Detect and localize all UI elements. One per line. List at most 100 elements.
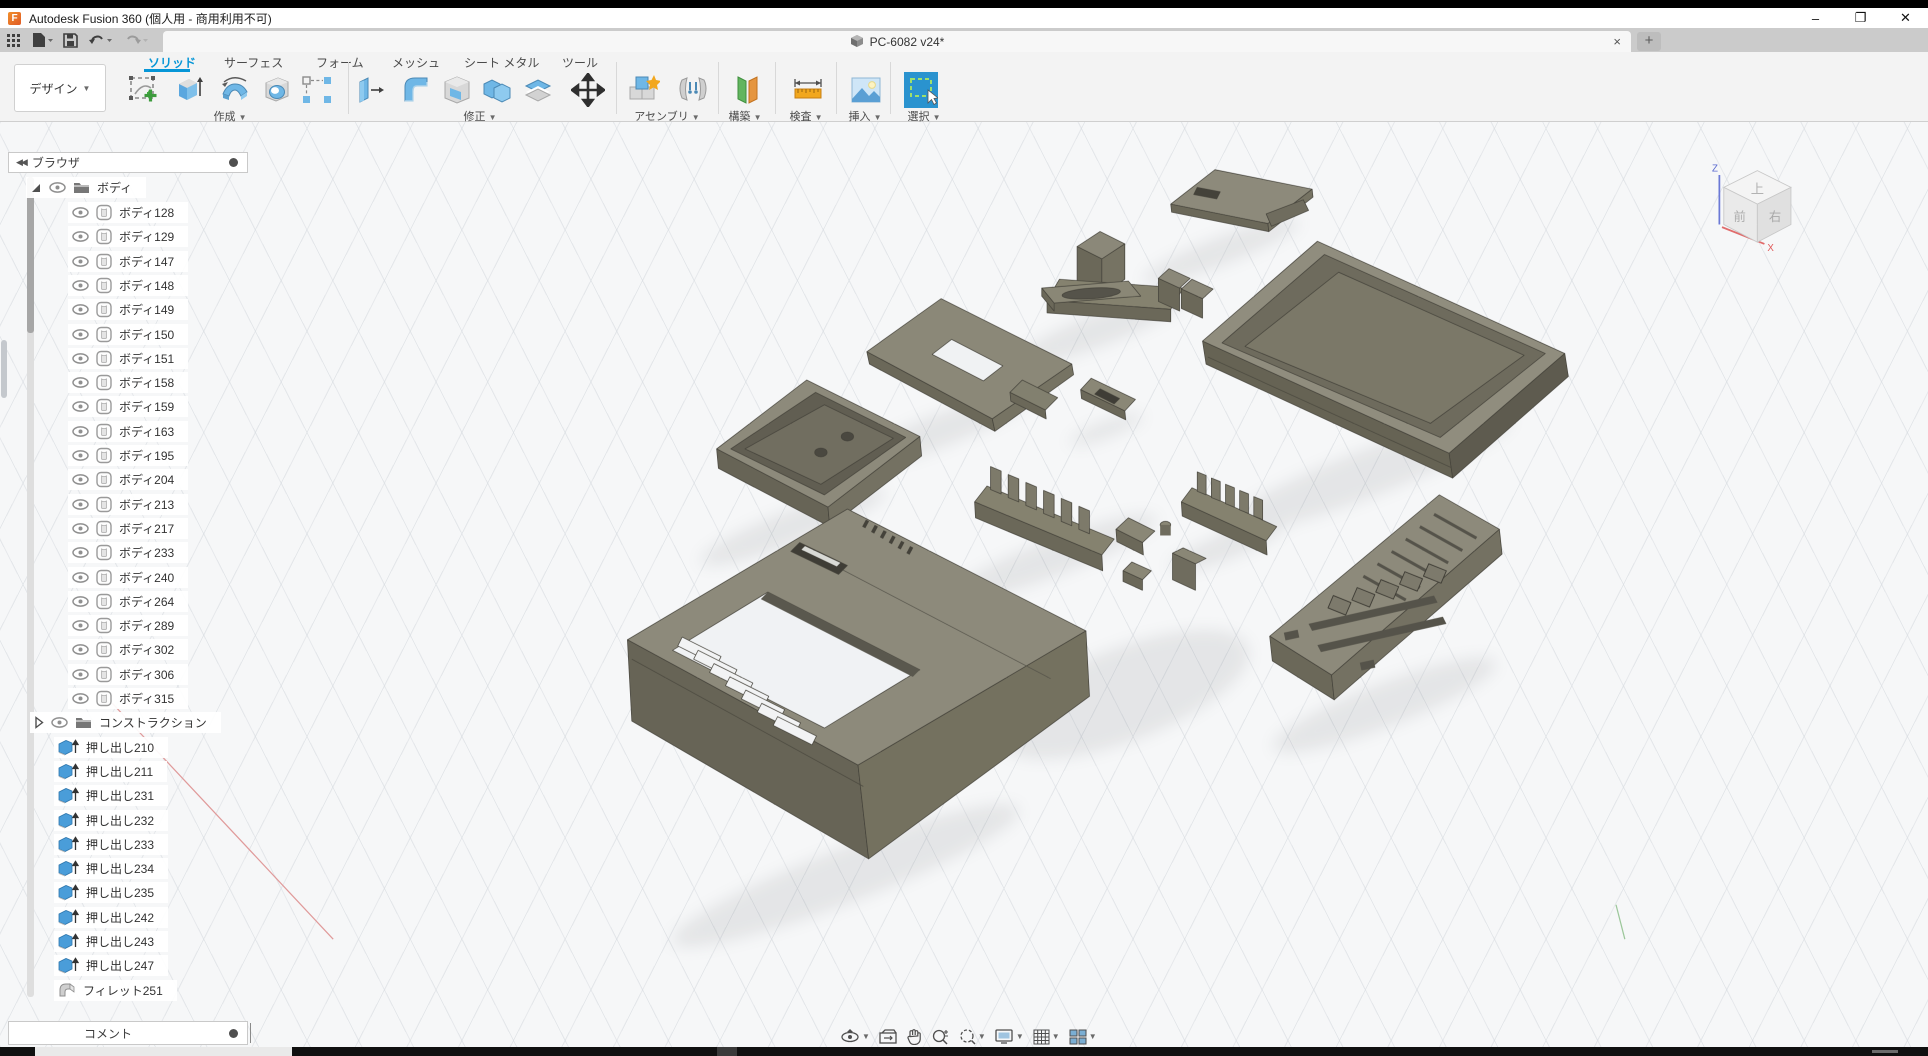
save-icon[interactable] [63,33,78,48]
tree-body-item[interactable]: ボディ233 [68,542,188,563]
tree-body-item[interactable]: ボディ302 [68,639,188,660]
tree-extrude-item[interactable]: 押し出し211 [54,761,167,782]
tree-body-item[interactable]: ボディ150 [68,324,188,345]
create-sketch-icon[interactable] [126,73,160,107]
visibility-eye-icon[interactable] [72,620,89,631]
measure-icon[interactable] [791,73,825,107]
tree-body-item[interactable]: ボディ159 [68,396,188,417]
tree-body-item[interactable]: ボディ306 [68,664,188,685]
tree-body-item[interactable]: ボディ204 [68,469,188,490]
workspace-selector[interactable]: デザイン▼ [14,64,106,112]
visibility-eye-icon[interactable] [72,377,89,388]
revolve-icon[interactable] [218,73,252,107]
tab-mesh[interactable]: メッシュ [392,54,440,71]
browser-scrollbar-thumb[interactable] [27,177,34,333]
tree-body-item[interactable]: ボディ217 [68,518,188,539]
visibility-eye-icon[interactable] [49,182,66,193]
visibility-eye-icon[interactable] [72,329,89,340]
undo-icon[interactable] [88,32,114,48]
combine-icon[interactable] [480,73,514,107]
model-small-bar-part[interactable] [1081,378,1136,420]
tree-body-item[interactable]: ボディ213 [68,494,188,515]
visibility-eye-icon[interactable] [72,596,89,607]
tab-close-icon[interactable]: × [1613,31,1621,52]
tab-surface[interactable]: サーフェス [224,54,283,71]
visibility-eye-icon[interactable] [72,474,89,485]
extrude-icon[interactable] [172,73,206,107]
tree-body-item[interactable]: ボディ163 [68,421,188,442]
minimize-button[interactable]: – [1793,8,1838,28]
tree-body-item[interactable]: ボディ289 [68,615,188,636]
file-menu-icon[interactable] [31,32,53,48]
offset-face-icon[interactable] [521,73,555,107]
tree-body-item[interactable]: ボディ129 [68,226,188,247]
visibility-eye-icon[interactable] [72,426,89,437]
tree-body-item[interactable]: ボディ128 [68,202,188,223]
visibility-eye-icon[interactable] [51,717,68,728]
visibility-eye-icon[interactable] [72,450,89,461]
browser-panel-header[interactable]: ◀◀ ブラウザ [8,152,248,173]
tree-body-item[interactable]: ボディ149 [68,299,188,320]
tree-fillet-item[interactable]: フィレット251 [54,980,177,1001]
visibility-eye-icon[interactable] [72,693,89,704]
model-tray-part[interactable] [1203,241,1569,478]
visibility-eye-icon[interactable] [72,523,89,534]
comment-options-icon[interactable] [229,1029,238,1038]
shell-icon[interactable] [440,73,474,107]
tree-extrude-item[interactable]: 押し出し233 [54,834,168,855]
viewcube[interactable]: 上 前 右 Z X [1712,163,1791,254]
app-grid-icon[interactable] [6,33,21,48]
visibility-eye-icon[interactable] [72,401,89,412]
close-button[interactable]: ✕ [1883,8,1928,28]
pattern-icon[interactable] [300,73,334,107]
grid-display-icon[interactable]: ▼ [1033,1029,1060,1045]
visibility-eye-icon[interactable] [72,353,89,364]
tab-sheetmetal[interactable]: シート メタル [464,54,539,71]
new-component-icon[interactable] [626,73,660,107]
tree-extrude-item[interactable]: 押し出し242 [54,907,168,928]
display-settings-icon[interactable]: ▼ [995,1029,1024,1045]
tree-body-item[interactable]: ボディ148 [68,275,188,296]
tree-extrude-item[interactable]: 押し出し247 [54,955,168,976]
tree-body-item[interactable]: ボディ158 [68,372,188,393]
model-faceplate-part[interactable] [867,299,1074,432]
joint-icon[interactable] [676,73,710,107]
viewports-icon[interactable]: ▼ [1069,1029,1097,1045]
tree-body-item[interactable]: ボディ195 [68,445,188,466]
tree-folder-bodies[interactable]: ボディ [26,177,146,198]
fit-icon[interactable]: ▼ [958,1028,986,1045]
tree-extrude-item[interactable]: 押し出し235 [54,882,168,903]
visibility-eye-icon[interactable] [72,231,89,242]
tree-body-item[interactable]: ボディ151 [68,348,188,369]
model-door-box-part[interactable] [717,380,922,527]
panel-resize-handle[interactable] [250,1023,251,1043]
visibility-eye-icon[interactable] [72,280,89,291]
panel-options-icon[interactable] [229,158,238,167]
visibility-eye-icon[interactable] [72,499,89,510]
fillet-icon[interactable] [399,73,433,107]
visibility-eye-icon[interactable] [72,644,89,655]
model-small-parts[interactable] [1116,518,1206,590]
visibility-eye-icon[interactable] [72,572,89,583]
pan-icon[interactable] [906,1028,922,1045]
visibility-eye-icon[interactable] [72,304,89,315]
tree-folder-construction[interactable]: コンストラクション [30,712,221,733]
redo-icon[interactable] [124,32,150,48]
press-pull-icon[interactable] [354,73,388,107]
tree-body-item[interactable]: ボディ264 [68,591,188,612]
hole-icon[interactable] [260,73,294,107]
zoom-icon[interactable] [931,1028,949,1045]
construction-plane-icon[interactable] [729,73,763,107]
tree-body-item[interactable]: ボディ315 [68,688,188,709]
model-mechanism-part[interactable] [1042,232,1213,322]
visibility-eye-icon[interactable] [72,547,89,558]
tree-extrude-item[interactable]: 押し出し234 [54,858,168,879]
document-tab[interactable]: PC-6082 v24* × [163,31,1631,52]
visibility-eye-icon[interactable] [72,207,89,218]
look-at-icon[interactable] [879,1029,897,1045]
viewport-canvas[interactable]: 上 前 右 Z X [0,122,1928,1047]
orbit-icon[interactable]: ▼ [840,1028,870,1046]
tree-body-item[interactable]: ボディ240 [68,567,188,588]
new-tab-button[interactable]: + [1637,32,1661,51]
tree-body-item[interactable]: ボディ147 [68,251,188,272]
